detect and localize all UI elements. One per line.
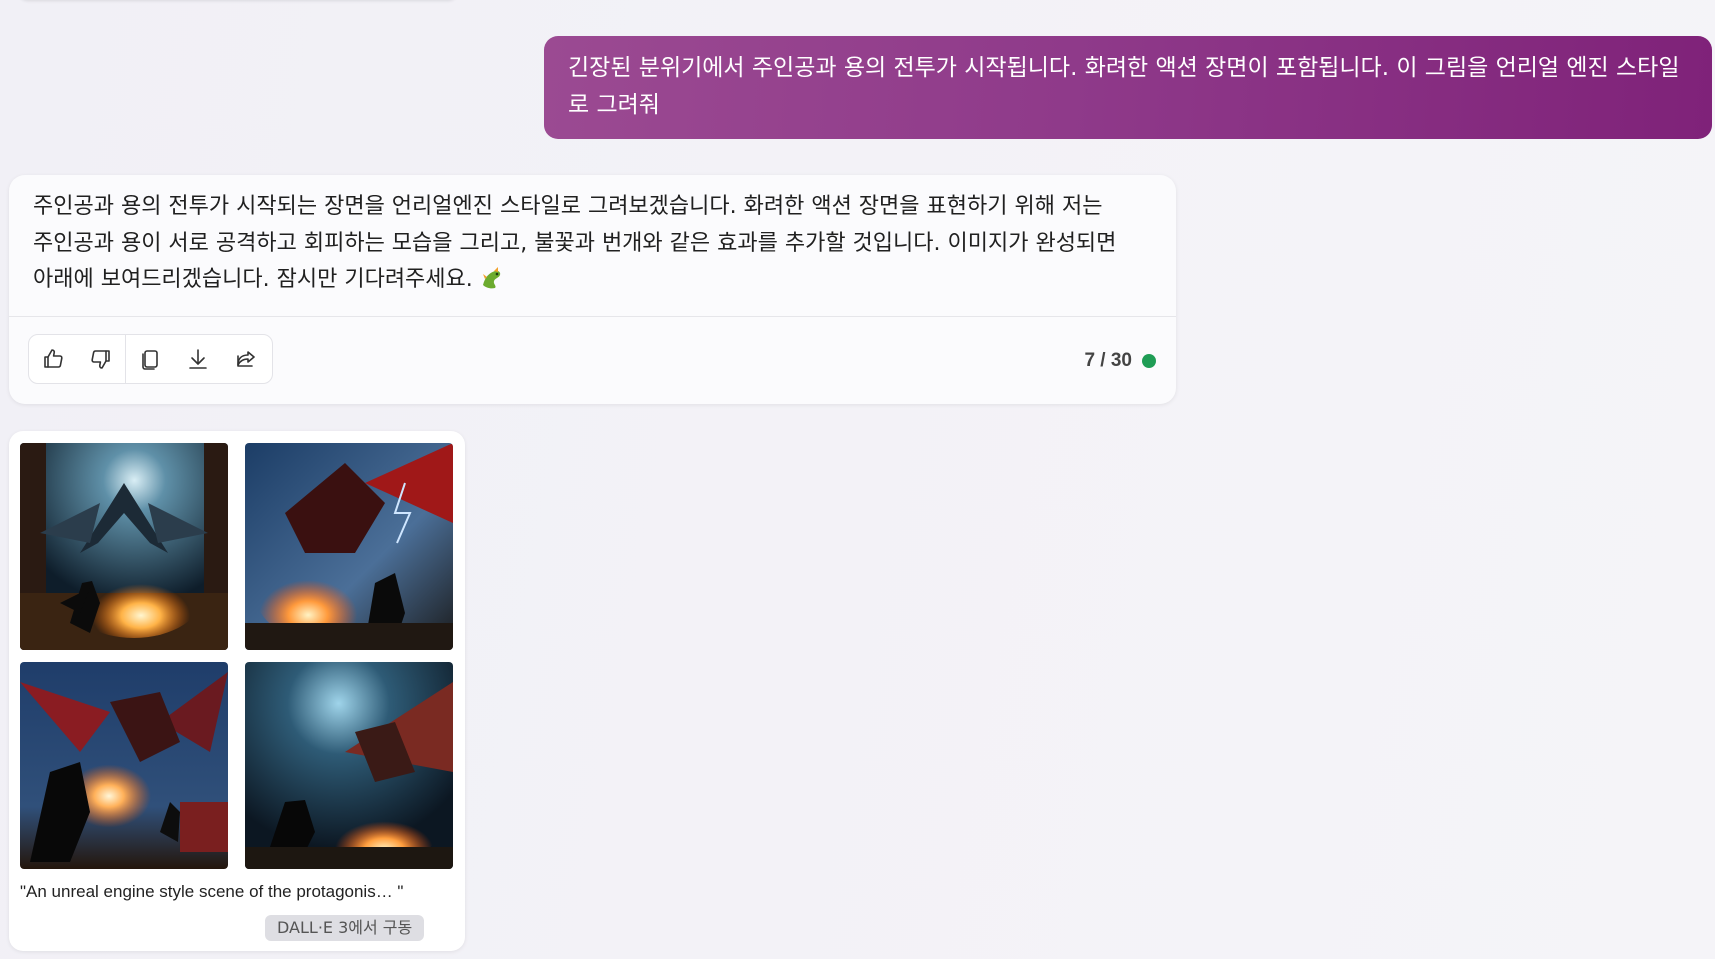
download-icon bbox=[189, 349, 207, 369]
usage-counter: 7 / 30 bbox=[1084, 350, 1156, 372]
thumbs-up-icon bbox=[44, 349, 63, 368]
status-dot bbox=[1142, 354, 1156, 368]
card-divider bbox=[9, 316, 1176, 317]
assistant-message-text: 주인공과 용의 전투가 시작되는 장면을 언리얼엔진 스타일로 그려보겠습니다.… bbox=[33, 194, 1117, 292]
thumbs-down-button[interactable] bbox=[77, 335, 125, 383]
usage-counter-text: 7 / 30 bbox=[1084, 350, 1132, 371]
assistant-message-card: 주인공과 용의 전투가 시작되는 장면을 언리얼엔진 스타일로 그려보겠습니다.… bbox=[9, 175, 1176, 404]
generated-image-2[interactable] bbox=[245, 443, 453, 650]
message-action-toolbar bbox=[28, 334, 273, 384]
copy-button[interactable] bbox=[126, 335, 174, 383]
dalle-badge: DALL·E 3에서 구동 bbox=[265, 915, 425, 941]
generated-image-4[interactable] bbox=[245, 662, 453, 869]
share-icon bbox=[237, 351, 255, 367]
user-message-bubble: 긴장된 분위기에서 주인공과 용의 전투가 시작됩니다. 화려한 액션 장면이 … bbox=[544, 36, 1712, 139]
dragon-emoji-icon bbox=[479, 265, 505, 291]
image-result-card: "An unreal engine style scene of the pro… bbox=[9, 431, 465, 951]
image-caption: "An unreal engine style scene of the pro… bbox=[20, 882, 404, 901]
thumbs-up-button[interactable] bbox=[29, 335, 77, 383]
assistant-message: 주인공과 용의 전투가 시작되는 장면을 언리얼엔진 스타일로 그려보겠습니다.… bbox=[33, 189, 1158, 299]
generated-image-1[interactable] bbox=[20, 443, 228, 650]
copy-icon bbox=[142, 350, 158, 370]
user-message-text: 긴장된 분위기에서 주인공과 용의 전투가 시작됩니다. 화려한 액션 장면이 … bbox=[568, 55, 1680, 118]
thumbs-down-icon bbox=[91, 350, 110, 369]
share-button[interactable] bbox=[222, 335, 270, 383]
generated-image-3[interactable] bbox=[20, 662, 228, 869]
download-button[interactable] bbox=[174, 335, 222, 383]
